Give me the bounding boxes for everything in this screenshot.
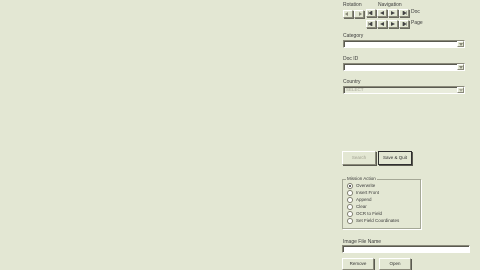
prev-icon bbox=[380, 22, 384, 26]
page-first-button[interactable] bbox=[366, 20, 376, 28]
doc-prev-button[interactable] bbox=[377, 9, 387, 17]
prev-icon bbox=[380, 11, 384, 15]
last-icon bbox=[402, 22, 407, 26]
radio-insert-front[interactable]: Insert Front bbox=[347, 189, 379, 196]
radio-label: Overwrite bbox=[356, 183, 376, 188]
page-last-button[interactable] bbox=[399, 20, 409, 28]
mission-action-group: Mission Action Overwrite Insert Front Ap… bbox=[342, 176, 421, 229]
doc-last-button[interactable] bbox=[399, 9, 409, 17]
country-label: Country bbox=[343, 79, 361, 85]
next-icon bbox=[391, 11, 395, 15]
chevron-down-icon bbox=[458, 65, 463, 69]
radio-label: OCR to Field bbox=[356, 211, 383, 216]
country-select[interactable]: SELECT bbox=[343, 86, 465, 94]
doc-id-label: Doc ID bbox=[343, 56, 359, 62]
remove-button[interactable]: Remove bbox=[342, 258, 374, 270]
page-prev-button[interactable] bbox=[377, 20, 387, 28]
radio-button[interactable] bbox=[347, 196, 353, 203]
chevron-down-icon bbox=[458, 42, 463, 46]
radio-button[interactable] bbox=[347, 189, 353, 196]
doc-next-button[interactable] bbox=[388, 9, 398, 17]
radio-overwrite[interactable]: Overwrite bbox=[347, 182, 375, 189]
image-file-name-field[interactable] bbox=[342, 245, 470, 253]
radio-label: Append bbox=[356, 197, 372, 202]
save-quit-button[interactable]: Save & Quit bbox=[378, 151, 412, 165]
radio-label: Clear bbox=[356, 204, 367, 209]
image-file-name-value bbox=[343, 246, 345, 251]
doc-first-button[interactable] bbox=[366, 9, 376, 17]
country-dropdown-button[interactable] bbox=[457, 87, 464, 93]
page-label: Page bbox=[411, 20, 423, 26]
radio-label: Set Field Coordinates bbox=[356, 218, 400, 223]
radio-ocr-to-field[interactable]: OCR to Field bbox=[347, 210, 382, 217]
open-button[interactable]: Open bbox=[379, 258, 411, 270]
radio-button[interactable] bbox=[347, 182, 353, 189]
search-button[interactable]: Search bbox=[342, 151, 376, 165]
doc-label: Doc bbox=[411, 9, 420, 15]
navigation-label: Navigation bbox=[378, 2, 402, 8]
category-dropdown-button[interactable] bbox=[457, 41, 464, 47]
radio-label: Insert Front bbox=[356, 190, 380, 195]
last-icon bbox=[402, 11, 407, 15]
radio-button[interactable] bbox=[347, 210, 353, 217]
first-icon bbox=[368, 11, 373, 15]
rotate-left-button[interactable] bbox=[343, 10, 353, 18]
doc-id-dropdown-button[interactable] bbox=[457, 64, 464, 70]
first-icon bbox=[368, 22, 373, 26]
rotate-left-icon bbox=[345, 12, 348, 16]
rotation-label: Rotation bbox=[343, 2, 362, 8]
rotate-right-icon bbox=[359, 12, 362, 16]
category-select[interactable] bbox=[343, 40, 465, 48]
radio-append[interactable]: Append bbox=[347, 196, 372, 203]
radio-button[interactable] bbox=[347, 203, 353, 210]
category-label: Category bbox=[343, 33, 364, 39]
next-icon bbox=[391, 22, 395, 26]
country-value: SELECT bbox=[346, 87, 364, 92]
rotate-right-button[interactable] bbox=[354, 10, 364, 18]
doc-id-select[interactable] bbox=[343, 63, 465, 71]
radio-clear[interactable]: Clear bbox=[347, 203, 367, 210]
page-next-button[interactable] bbox=[388, 20, 398, 28]
radio-set-field-coordinates[interactable]: Set Field Coordinates bbox=[347, 217, 399, 224]
chevron-down-icon bbox=[458, 88, 463, 92]
radio-button[interactable] bbox=[347, 217, 353, 224]
